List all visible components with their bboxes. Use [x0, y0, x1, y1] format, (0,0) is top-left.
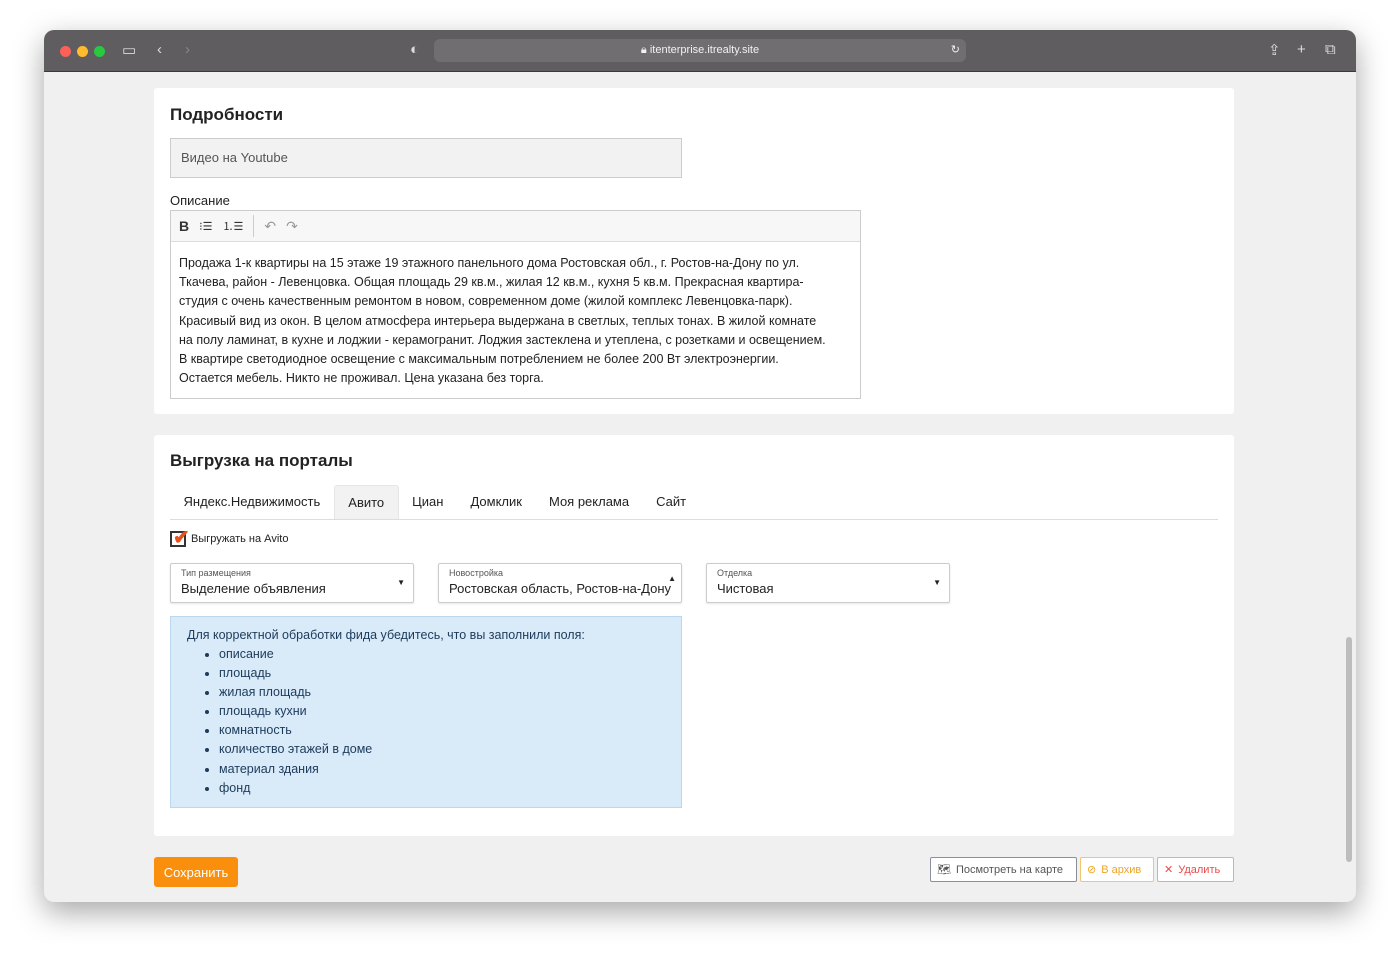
description-text[interactable]: Продажа 1-к квартиры на 15 этаже 19 этаж… — [171, 242, 860, 400]
list-item: комнатность — [219, 721, 665, 740]
forward-icon[interactable]: › — [185, 41, 190, 58]
caret-down-icon: ▼ — [933, 578, 941, 587]
new-building-select[interactable]: Новостройка Ростовская область, Ростов-н… — [438, 563, 682, 603]
shield-icon[interactable]: ◐ — [410, 41, 419, 58]
caret-up-icon: ▲ — [668, 574, 676, 583]
list-item: площадь — [219, 664, 665, 683]
finishing-select[interactable]: Отделка Чистовая ▼ — [706, 563, 950, 603]
description-line: В квартире светодиодное освещение с макс… — [179, 352, 779, 367]
tab-cian[interactable]: Циан — [399, 485, 457, 519]
select-label: Новостройка — [449, 568, 503, 578]
details-card: Подробности Видео на Youtube Описание B … — [154, 88, 1234, 414]
tab-domclick[interactable]: Домклик — [457, 485, 536, 519]
required-fields-list: описание площадь жилая площадь площадь к… — [219, 645, 665, 798]
description-line: Красивый вид из окон. В целом атмосфера … — [179, 313, 817, 328]
list-item: описание — [219, 645, 665, 664]
description-line: Продажа 1-к квартиры на 15 этаже 19 этаж… — [179, 256, 800, 270]
description-line: Ткачева, район - Левенцовка. Общая площа… — [179, 275, 804, 290]
share-icon[interactable]: ⇪ — [1268, 41, 1281, 59]
zoom-window-button[interactable] — [94, 46, 105, 57]
scrollbar[interactable] — [1346, 637, 1352, 862]
tab-avito[interactable]: Авито — [333, 485, 399, 519]
checkbox-checked-icon[interactable]: ✔ — [170, 527, 190, 549]
undo-button[interactable]: ↶ — [264, 218, 276, 235]
map-icon: 🗺︎ — [937, 864, 951, 876]
description-line: студия с очень качественным ремонтом в н… — [179, 294, 793, 309]
bold-button[interactable]: B — [179, 218, 189, 234]
select-label: Отделка — [717, 568, 753, 578]
close-window-button[interactable] — [60, 46, 71, 57]
back-icon[interactable]: ‹ — [157, 41, 162, 58]
list-item: материал здания — [219, 760, 665, 779]
export-card: Выгрузка на порталы Яндекс.Недвижимость … — [154, 435, 1234, 836]
section-title: Подробности — [170, 105, 284, 124]
export-avito-checkbox[interactable]: ✔ Выгружать на Avito — [170, 527, 289, 549]
editor-toolbar: B ⁝☰ ⒈☰ ↶ ↷ — [171, 211, 860, 242]
numbered-list-button[interactable]: ⒈☰ — [222, 218, 243, 234]
sidebar-icon[interactable]: ▭ — [122, 41, 136, 59]
new-tab-icon[interactable]: + — [1297, 41, 1306, 58]
redo-button[interactable]: ↷ — [286, 218, 298, 235]
lock-icon: 🔒︎ — [640, 44, 647, 56]
page-content: Подробности Видео на Youtube Описание B … — [44, 72, 1356, 902]
reload-icon[interactable]: ↻ — [951, 39, 960, 62]
description-line: на полу ламинат, в кухне и лоджии - кера… — [179, 332, 826, 347]
bullet-list-button[interactable]: ⁝☰ — [199, 220, 212, 233]
button-label: В архив — [1101, 863, 1142, 876]
browser-toolbar: ▭ ‹ › ◐ 🔒︎ itenterprise.itrealty.site ↻ ⇪… — [44, 30, 1356, 72]
description-label: Описание — [170, 193, 230, 208]
view-on-map-button[interactable]: 🗺︎ Посмотреть на карте — [930, 857, 1077, 882]
eye-off-icon: ⊘ — [1087, 864, 1097, 876]
toolbar-divider — [253, 215, 255, 237]
url-text: itenterprise.itrealty.site — [649, 44, 760, 56]
description-editor[interactable]: B ⁝☰ ⒈☰ ↶ ↷ Продажа 1-к квартиры на 15 э… — [170, 210, 861, 399]
list-item: площадь кухни — [219, 702, 665, 721]
list-item: жилая площадь — [219, 683, 665, 702]
close-icon: ✕ — [1164, 864, 1174, 876]
browser-window: ▭ ‹ › ◐ 🔒︎ itenterprise.itrealty.site ↻ ⇪… — [44, 30, 1356, 902]
caret-down-icon: ▼ — [397, 578, 405, 587]
select-value: Чистовая — [717, 581, 774, 596]
save-button[interactable]: Сохранить — [154, 857, 238, 887]
archive-button[interactable]: ⊘ В архив — [1080, 857, 1154, 882]
tab-yandex[interactable]: Яндекс.Недвижимость — [170, 485, 334, 519]
select-value: Ростовская область, Ростов-на-Дону, — [449, 581, 671, 596]
list-item: фонд — [219, 779, 665, 798]
minimize-window-button[interactable] — [77, 46, 88, 57]
select-label: Тип размещения — [181, 568, 251, 578]
portal-tabs: Яндекс.Недвижимость Авито Циан Домклик М… — [170, 485, 1218, 520]
description-line: Остается мебель. Никто не проживал. Цена… — [179, 371, 544, 386]
button-label: Удалить — [1178, 863, 1221, 876]
button-label: Посмотреть на карте — [955, 863, 1063, 876]
section-title: Выгрузка на порталы — [170, 451, 353, 470]
address-bar[interactable]: 🔒︎ itenterprise.itrealty.site ↻ — [434, 39, 966, 62]
select-value: Выделение объявления — [181, 581, 326, 596]
checkbox-label: Выгружать на Avito — [191, 533, 289, 545]
alert-text: Для корректной обработки фида убедитесь,… — [187, 628, 585, 642]
delete-button[interactable]: ✕ Удалить — [1157, 857, 1234, 882]
list-item: количество этажей в доме — [219, 740, 665, 759]
tab-site[interactable]: Сайт — [643, 485, 700, 519]
tab-my-ads[interactable]: Моя реклама — [535, 485, 642, 519]
tabs-overview-icon[interactable]: ⧉ — [1325, 41, 1336, 58]
placement-type-select[interactable]: Тип размещения Выделение объявления ▼ — [170, 563, 414, 603]
feed-info-alert: Для корректной обработки фида убедитесь,… — [170, 616, 682, 808]
youtube-input[interactable]: Видео на Youtube — [170, 138, 682, 178]
